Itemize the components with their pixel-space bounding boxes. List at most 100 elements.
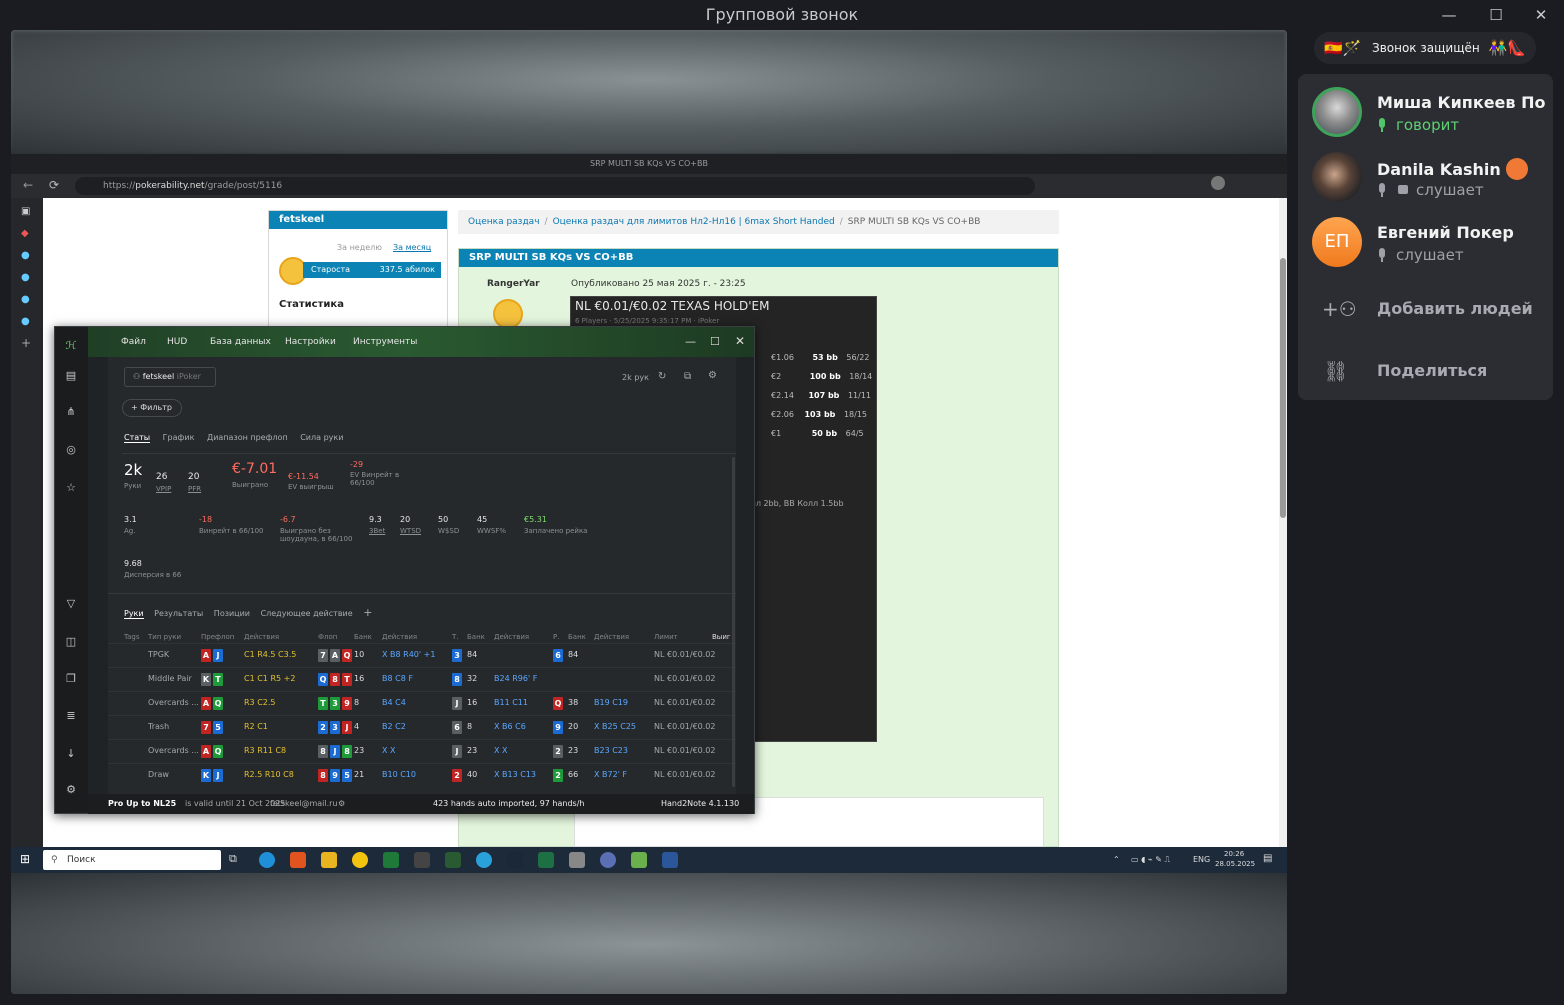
app-icon[interactable] <box>631 852 647 868</box>
river-actions: B23 C23 <box>594 746 628 755</box>
footer-gear-icon[interactable]: ⚙ <box>338 794 345 814</box>
layout-icon[interactable]: ◫ <box>64 635 78 649</box>
table-row[interactable]: Trash 7 5 R2 C1 2 3 J 4 B2 C2 6 8 X B6 C6 9 20 X B25 C… <box>108 715 736 739</box>
settings-gear-icon[interactable]: ⚙ <box>64 783 78 797</box>
sidebar-app-icon[interactable]: ◆ <box>21 228 29 239</box>
panel-settings-icon[interactable]: ⚙ <box>708 370 717 381</box>
table-row[interactable]: Draw K J R2.5 R10 C8 8 9 5 21 B10 C10 2 40 X B13 C1… <box>108 763 736 787</box>
app-icon[interactable] <box>569 852 585 868</box>
database-icon[interactable]: ≣ <box>64 709 78 723</box>
page-scrollbar[interactable] <box>1279 198 1287 847</box>
app-icon[interactable] <box>600 852 616 868</box>
minimize-button[interactable]: — <box>1434 4 1464 26</box>
start-icon[interactable]: ⊞ <box>20 852 30 866</box>
breadcrumb: Оценка раздач / Оценка раздач для лимитов … <box>458 210 1059 234</box>
river-pot: 38 <box>568 698 579 707</box>
add-user-icon: +⚇ <box>1322 297 1357 321</box>
breadcrumb-item[interactable]: Оценка раздач <box>468 217 540 227</box>
sidebar-add-icon[interactable]: + <box>21 336 31 350</box>
share-link-button[interactable]: ⛓ Поделиться <box>1298 348 1553 394</box>
tab-graph[interactable]: График <box>153 433 195 442</box>
h2n-scrollbar[interactable] <box>732 457 735 787</box>
filter-icon[interactable]: ▽ <box>64 597 78 611</box>
turn-pot: 23 <box>467 746 478 755</box>
table-row[interactable]: TPGK A J C1 R4.5 C3.5 7 A Q 10 X B8 R40' +1 3 84 6 8… <box>108 643 736 667</box>
language-indicator[interactable]: ENG <box>1193 855 1210 864</box>
player-selector[interactable]: ⚇ fetskeel iPoker <box>124 367 216 387</box>
app-icon[interactable] <box>414 852 430 868</box>
clock-time[interactable]: 20:26 <box>1224 850 1244 858</box>
table-row[interactable]: Middle Pair K T C1 C1 R5 +2 Q 8 T 16 B8 C8 F 8 32 B… <box>108 667 736 691</box>
menu-hud[interactable]: HUD <box>167 327 187 357</box>
screen-share-stream[interactable]: SRP MULTI SB KQs VS CO+BB ← ⟳ https://po… <box>11 30 1287 994</box>
sidebar-globe-icon[interactable]: ● <box>21 250 30 261</box>
hand2note-icon[interactable] <box>445 852 461 868</box>
menu-tools[interactable]: Инструменты <box>353 327 417 357</box>
excel-icon[interactable] <box>538 852 554 868</box>
refresh-icon[interactable]: ↻ <box>658 371 666 382</box>
menu-database[interactable]: База данных <box>210 327 271 357</box>
word-icon[interactable] <box>662 852 678 868</box>
tab-stats[interactable]: Статы <box>124 433 151 443</box>
h2n-maximize-icon[interactable]: ☐ <box>710 335 720 348</box>
sidebar-tabs-icon[interactable]: ▣ <box>21 206 30 217</box>
tab-positions[interactable]: Позиции <box>206 609 250 618</box>
h2n-minimize-icon[interactable]: — <box>685 335 696 348</box>
taskbar-search[interactable]: ⚲ Поиск <box>43 850 221 870</box>
favorites-icon[interactable]: ☆ <box>64 481 78 495</box>
filter-button[interactable]: + Фильтр <box>122 399 182 417</box>
participant-item[interactable]: ЕП Евгений Покер слушает <box>1298 210 1553 274</box>
tab-next-action[interactable]: Следующее действие <box>253 609 353 618</box>
telegram-icon[interactable] <box>476 852 492 868</box>
sidebar-globe-icon[interactable]: ● <box>21 272 30 283</box>
explorer-icon[interactable] <box>321 852 337 868</box>
sidebar-globe-icon[interactable]: ● <box>21 316 30 327</box>
table-row[interactable]: Overcards ... A Q R3 C2.5 T 3 9 8 B4 C4 J 16 B11 C1… <box>108 691 736 715</box>
hand-type: Trash <box>148 722 170 731</box>
secure-call-badge[interactable]: 🇪🇸🪄 Звонок защищён 👫👠 <box>1314 32 1536 64</box>
participant-item[interactable]: Миша Кипкеев По... говорит <box>1298 80 1553 144</box>
close-button[interactable]: ✕ <box>1526 4 1556 26</box>
live-icon[interactable]: ◎ <box>64 443 78 457</box>
share-nodes-icon[interactable]: ⋔ <box>64 405 78 419</box>
tab-results[interactable]: Результаты <box>146 609 203 618</box>
task-view-icon[interactable]: ⧉ <box>229 852 237 866</box>
profile-avatar-icon[interactable] <box>1211 176 1225 190</box>
tray-icons[interactable]: ▭ ◖ ⌁ ✎ ⎍ <box>1131 855 1170 865</box>
tab-hands[interactable]: Руки <box>124 609 144 619</box>
steam-icon[interactable] <box>507 852 523 868</box>
download-icon[interactable]: ↓ <box>64 747 78 761</box>
tray-chevron-icon[interactable]: ⌃ <box>1113 855 1120 864</box>
notifications-icon[interactable]: ▤ <box>1263 853 1272 864</box>
brave-icon[interactable] <box>290 852 306 868</box>
clock-date[interactable]: 28.05.2025 <box>1215 860 1255 868</box>
hand-limit: NL €0.01/€0.02 <box>654 746 716 755</box>
reports-icon[interactable]: ▤ <box>64 369 78 383</box>
popout-icon[interactable]: ⧉ <box>684 371 691 382</box>
post-author[interactable]: RangerYar <box>487 279 540 289</box>
back-icon[interactable]: ← <box>23 178 33 192</box>
url-field[interactable]: https://pokerability.net/grade/post/5116 <box>75 177 1035 195</box>
menu-settings[interactable]: Настройки <box>285 327 336 357</box>
app-icon[interactable] <box>383 852 399 868</box>
copy-icon[interactable]: ❐ <box>64 672 78 686</box>
app-icon[interactable] <box>352 852 368 868</box>
add-tab-icon[interactable]: + <box>355 606 372 619</box>
maximize-button[interactable]: ☐ <box>1481 4 1511 26</box>
sidebar-globe-icon[interactable]: ● <box>21 294 30 305</box>
table-row[interactable]: Overcards ... A Q R3 R11 C8 8 J 8 23 X X J 23 X X22… <box>108 739 736 763</box>
breadcrumb-item[interactable]: Оценка раздач для лимитов Нл2-Нл16 | 6ma… <box>553 217 835 227</box>
edge-icon[interactable] <box>259 852 275 868</box>
participant-item[interactable]: Danila Kashin слушает <box>1298 145 1553 209</box>
scrollbar-thumb[interactable] <box>1280 258 1286 518</box>
playing-card: 9 <box>330 769 340 782</box>
h2n-close-icon[interactable]: ✕ <box>735 334 745 348</box>
period-week-link[interactable]: За неделю <box>337 243 382 252</box>
tab-preflop-range[interactable]: Диапазон префлоп <box>197 433 288 442</box>
menu-file[interactable]: Файл <box>121 327 146 357</box>
turn-actions: B11 C11 <box>494 698 528 707</box>
reload-icon[interactable]: ⟳ <box>49 178 59 192</box>
tab-hand-strength[interactable]: Сила руки <box>290 433 343 442</box>
period-month-link[interactable]: За месяц <box>393 243 431 252</box>
add-people-button[interactable]: +⚇ Добавить людей <box>1298 286 1553 332</box>
